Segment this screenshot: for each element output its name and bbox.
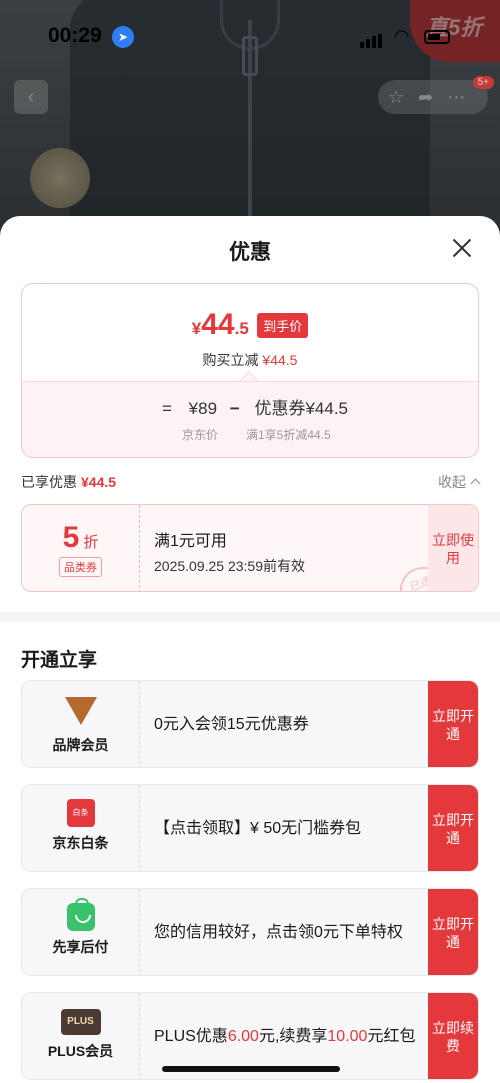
final-price: ¥44.5 [191, 308, 249, 341]
final-price-tag: 到手价 [257, 312, 309, 338]
open-pay-later-button[interactable]: 立即开通 [428, 889, 478, 975]
status-time: 00:29 [48, 24, 102, 47]
cart-count-badge: 5+ [472, 76, 494, 89]
coupon-discount: 5折 [62, 521, 99, 554]
open-baitiao-button[interactable]: 立即开通 [428, 785, 478, 871]
coupon-validity: 2025.09.25 23:59前有效 [154, 558, 305, 574]
wifi-icon: ◠ [394, 26, 410, 46]
open-brand-member-button[interactable]: 立即开通 [428, 681, 478, 767]
collapse-button[interactable]: 收起 [438, 472, 481, 492]
sheet-title: 优惠 [229, 241, 271, 264]
jd-price-caption: 京东价 [182, 428, 219, 442]
benefit-desc: 0元入会领15元优惠券 [154, 716, 309, 733]
price-formula: = ¥89 − 优惠券¥44.5 京东价 满1享5折减44.5 [22, 381, 478, 457]
nav-actions[interactable]: ☆➦⋯ [378, 80, 488, 114]
section-divider [0, 612, 500, 622]
coupon-type-badge: 品类券 [59, 557, 102, 577]
signal-icon [360, 30, 384, 48]
enjoyed-discount-row: 已享优惠 ¥44.5 收起 [21, 472, 481, 492]
chevron-up-icon [470, 478, 481, 489]
close-icon[interactable] [448, 234, 476, 262]
discount-sheet: 优惠 ¥44.5 到手价 购买立减 ¥44.5 = ¥89 − 优惠券¥44.5… [0, 216, 500, 1083]
benefit-desc: 您的信用较好，点击领0元下单特权 [154, 924, 403, 941]
price-summary-card: ¥44.5 到手价 购买立减 ¥44.5 = ¥89 − 优惠券¥44.5 京东… [21, 283, 479, 458]
brand-v-icon [64, 697, 97, 725]
coupon-card[interactable]: 5折 品类券 满1元可用 2025.09.25 23:59前有效 已选 立即使用 [21, 504, 479, 592]
product-nav: ‹ ☆➦⋯ 5+ [0, 76, 500, 120]
baitiao-icon: 白条 [66, 799, 95, 827]
status-bar: 00:29 ➤ ◠ [0, 0, 500, 70]
use-coupon-button[interactable]: 立即使用 [428, 505, 478, 591]
back-icon[interactable]: ‹ [14, 80, 48, 114]
coupon-amount: 优惠券¥44.5 [254, 399, 348, 418]
benefit-pay-later[interactable]: 先享后付 您的信用较好，点击领0元下单特权 立即开通 [21, 888, 479, 976]
shopping-bag-icon [66, 898, 95, 931]
benefit-name: 品牌会员 [52, 737, 109, 753]
renew-plus-button[interactable]: 立即续费 [428, 993, 478, 1079]
coupon-caption: 满1享5折减44.5 [246, 428, 331, 442]
benefit-desc: 【点击领取】¥ 50无门槛券包 [154, 820, 362, 837]
benefit-baitiao[interactable]: 白条 京东白条 【点击领取】¥ 50无门槛券包 立即开通 [21, 784, 479, 872]
coupon-condition: 满1元可用 [154, 533, 227, 550]
location-icon: ➤ [112, 26, 134, 48]
benefit-name: 京东白条 [52, 835, 109, 851]
benefit-brand-member[interactable]: 品牌会员 0元入会领15元优惠券 立即开通 [21, 680, 479, 768]
benefit-name: PLUS会员 [47, 1043, 114, 1059]
jd-price: ¥89 [188, 399, 218, 418]
battery-icon [424, 30, 450, 44]
plus-logo-icon: PLUS [60, 1009, 101, 1035]
home-indicator [162, 1066, 340, 1072]
instant-reduce: 购买立减 ¥44.5 [202, 352, 298, 368]
open-section-title: 开通立享 [21, 650, 98, 671]
benefit-name: 先享后付 [52, 939, 109, 955]
